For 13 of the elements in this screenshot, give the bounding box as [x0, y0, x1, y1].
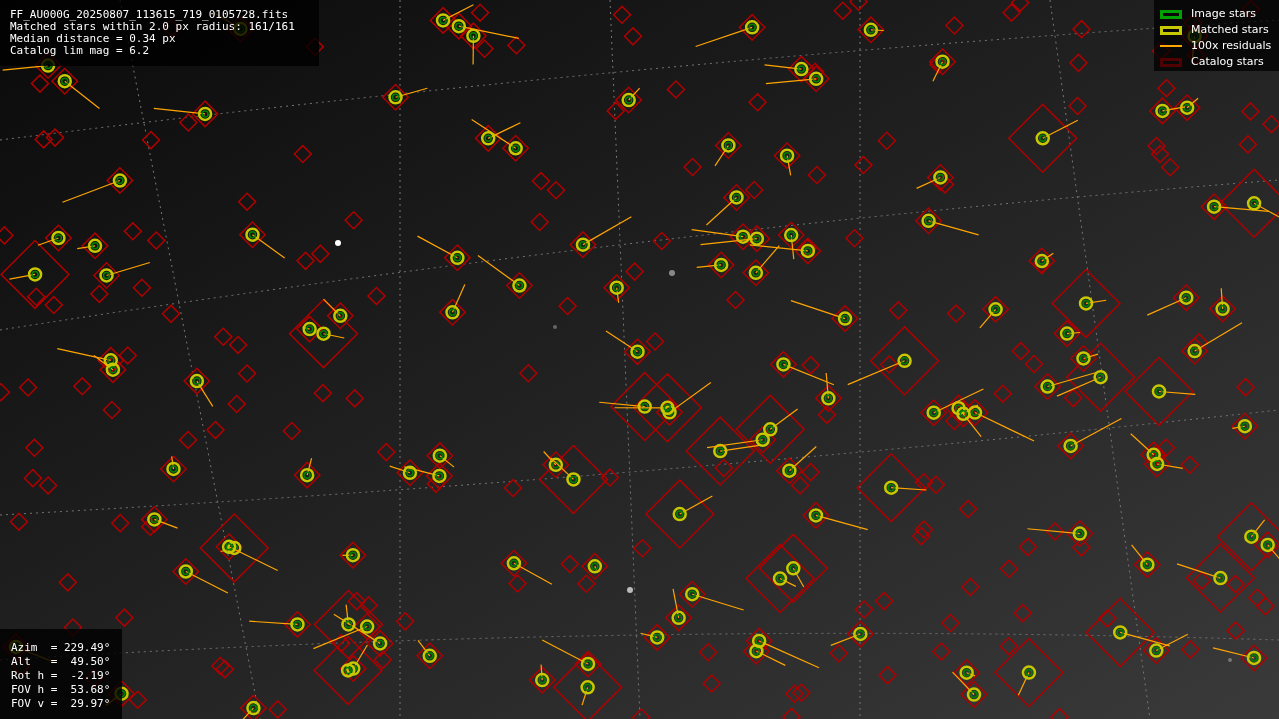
legend-label: 100x residuals — [1191, 39, 1272, 53]
pointing-text: FOV h = 53.68° — [11, 683, 112, 697]
pointing-text: Azim = 229.49° — [11, 641, 112, 655]
legend-label: Catalog stars — [1191, 55, 1264, 69]
pointing-text: FOV v = 29.97° — [11, 697, 112, 711]
pointing-text: Rot h = -2.19° — [11, 669, 112, 683]
legend-label: Matched stars — [1191, 23, 1269, 37]
pointing-text: Alt = 49.50° — [11, 655, 112, 669]
info-text: Matched stars within 2.0 px radius: 161/161 — [10, 21, 296, 33]
info-text: FF_AU000G_20250807_113615_719_0105728.fits — [10, 9, 290, 21]
info-text: Catalog lim mag = 6.2 — [10, 45, 151, 57]
legend-label: Image stars — [1191, 7, 1256, 21]
info-text: Median distance = 0.34 px — [10, 33, 177, 45]
